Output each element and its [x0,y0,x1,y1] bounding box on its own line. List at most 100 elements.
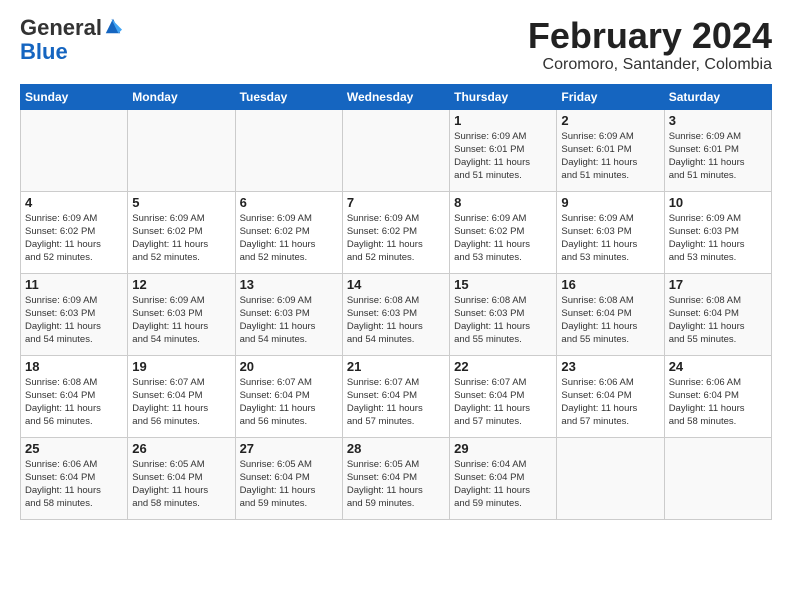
col-sunday: Sunday [21,84,128,109]
day-info: Sunrise: 6:06 AM Sunset: 6:04 PM Dayligh… [669,376,767,429]
day-number: 11 [25,277,123,292]
day-number: 22 [454,359,552,374]
day-number: 14 [347,277,445,292]
col-monday: Monday [128,84,235,109]
logo: General Blue [20,16,122,64]
day-info: Sunrise: 6:08 AM Sunset: 6:04 PM Dayligh… [669,294,767,347]
day-number: 20 [240,359,338,374]
day-cell: 19 Sunrise: 6:07 AM Sunset: 6:04 PM Dayli… [128,355,235,437]
day-number: 16 [561,277,659,292]
day-cell: 25 Sunrise: 6:06 AM Sunset: 6:04 PM Dayli… [21,437,128,519]
day-info: Sunrise: 6:09 AM Sunset: 6:01 PM Dayligh… [669,130,767,183]
day-cell: 17 Sunrise: 6:08 AM Sunset: 6:04 PM Dayli… [664,273,771,355]
day-info: Sunrise: 6:09 AM Sunset: 6:03 PM Dayligh… [669,212,767,265]
day-cell [664,437,771,519]
day-info: Sunrise: 6:09 AM Sunset: 6:02 PM Dayligh… [454,212,552,265]
week-row-5: 25 Sunrise: 6:06 AM Sunset: 6:04 PM Dayli… [21,437,772,519]
week-row-1: 1 Sunrise: 6:09 AM Sunset: 6:01 PM Daylig… [21,109,772,191]
day-cell: 1 Sunrise: 6:09 AM Sunset: 6:01 PM Daylig… [450,109,557,191]
day-number: 2 [561,113,659,128]
day-number: 7 [347,195,445,210]
day-cell: 12Sunrise: 6:09 AM Sunset: 6:03 PM Dayli… [128,273,235,355]
day-info: Sunrise: 6:08 AM Sunset: 6:03 PM Dayligh… [347,294,445,347]
day-number: 13 [240,277,338,292]
day-cell: 22 Sunrise: 6:07 AM Sunset: 6:04 PM Dayli… [450,355,557,437]
col-friday: Friday [557,84,664,109]
day-info: Sunrise: 6:05 AM Sunset: 6:04 PM Dayligh… [347,458,445,511]
logo-icon [104,17,122,35]
day-cell: 23 Sunrise: 6:06 AM Sunset: 6:04 PM Dayli… [557,355,664,437]
day-cell: 5 Sunrise: 6:09 AM Sunset: 6:02 PM Daylig… [128,191,235,273]
day-cell [128,109,235,191]
col-thursday: Thursday [450,84,557,109]
day-info: Sunrise: 6:06 AM Sunset: 6:04 PM Dayligh… [561,376,659,429]
header: General Blue February 2024 Coromoro, San… [20,16,772,74]
col-tuesday: Tuesday [235,84,342,109]
day-number: 27 [240,441,338,456]
day-info: Sunrise: 6:09 AM Sunset: 6:03 PM Dayligh… [561,212,659,265]
day-info: Sunrise: 6:09 AM Sunset: 6:02 PM Dayligh… [25,212,123,265]
day-cell: 11 Sunrise: 6:09 AM Sunset: 6:03 PM Dayli… [21,273,128,355]
header-row: Sunday Monday Tuesday Wednesday Thursday… [21,84,772,109]
week-row-4: 18Sunrise: 6:08 AM Sunset: 6:04 PM Dayli… [21,355,772,437]
page: General Blue February 2024 Coromoro, San… [0,0,792,530]
day-cell: 24 Sunrise: 6:06 AM Sunset: 6:04 PM Dayli… [664,355,771,437]
week-row-3: 11 Sunrise: 6:09 AM Sunset: 6:03 PM Dayli… [21,273,772,355]
day-cell: 27Sunrise: 6:05 AM Sunset: 6:04 PM Dayli… [235,437,342,519]
day-cell [557,437,664,519]
day-number: 5 [132,195,230,210]
day-number: 23 [561,359,659,374]
day-number: 18 [25,359,123,374]
day-info: Sunrise: 6:09 AM Sunset: 6:02 PM Dayligh… [240,212,338,265]
day-cell: 15Sunrise: 6:08 AM Sunset: 6:03 PM Dayli… [450,273,557,355]
logo-general: General [20,16,102,40]
day-number: 19 [132,359,230,374]
day-cell [342,109,449,191]
day-cell: 28 Sunrise: 6:05 AM Sunset: 6:04 PM Dayli… [342,437,449,519]
day-number: 21 [347,359,445,374]
day-cell: 3 Sunrise: 6:09 AM Sunset: 6:01 PM Daylig… [664,109,771,191]
day-cell [235,109,342,191]
day-number: 24 [669,359,767,374]
day-number: 12 [132,277,230,292]
day-cell: 18Sunrise: 6:08 AM Sunset: 6:04 PM Dayli… [21,355,128,437]
day-number: 3 [669,113,767,128]
logo-blue: Blue [20,39,68,64]
day-cell: 6 Sunrise: 6:09 AM Sunset: 6:02 PM Daylig… [235,191,342,273]
day-number: 28 [347,441,445,456]
week-row-2: 4 Sunrise: 6:09 AM Sunset: 6:02 PM Daylig… [21,191,772,273]
day-number: 25 [25,441,123,456]
day-cell: 9 Sunrise: 6:09 AM Sunset: 6:03 PM Daylig… [557,191,664,273]
day-info: Sunrise: 6:09 AM Sunset: 6:03 PM Dayligh… [25,294,123,347]
day-info: Sunrise: 6:05 AM Sunset: 6:04 PM Dayligh… [132,458,230,511]
day-number: 4 [25,195,123,210]
day-cell: 13Sunrise: 6:09 AM Sunset: 6:03 PM Dayli… [235,273,342,355]
day-number: 26 [132,441,230,456]
day-number: 29 [454,441,552,456]
day-number: 17 [669,277,767,292]
day-number: 9 [561,195,659,210]
day-info: Sunrise: 6:09 AM Sunset: 6:02 PM Dayligh… [132,212,230,265]
day-number: 8 [454,195,552,210]
day-info: Sunrise: 6:09 AM Sunset: 6:01 PM Dayligh… [454,130,552,183]
day-cell: 14 Sunrise: 6:08 AM Sunset: 6:03 PM Dayli… [342,273,449,355]
day-info: Sunrise: 6:07 AM Sunset: 6:04 PM Dayligh… [132,376,230,429]
day-cell: 29 Sunrise: 6:04 AM Sunset: 6:04 PM Dayli… [450,437,557,519]
day-info: Sunrise: 6:08 AM Sunset: 6:04 PM Dayligh… [561,294,659,347]
page-title: February 2024 [528,16,772,56]
day-info: Sunrise: 6:07 AM Sunset: 6:04 PM Dayligh… [347,376,445,429]
col-saturday: Saturday [664,84,771,109]
day-cell: 16 Sunrise: 6:08 AM Sunset: 6:04 PM Dayli… [557,273,664,355]
calendar-table: Sunday Monday Tuesday Wednesday Thursday… [20,84,772,520]
day-cell: 21 Sunrise: 6:07 AM Sunset: 6:04 PM Dayli… [342,355,449,437]
day-cell [21,109,128,191]
day-number: 1 [454,113,552,128]
day-info: Sunrise: 6:04 AM Sunset: 6:04 PM Dayligh… [454,458,552,511]
day-number: 6 [240,195,338,210]
day-cell: 7 Sunrise: 6:09 AM Sunset: 6:02 PM Daylig… [342,191,449,273]
day-info: Sunrise: 6:08 AM Sunset: 6:03 PM Dayligh… [454,294,552,347]
day-info: Sunrise: 6:06 AM Sunset: 6:04 PM Dayligh… [25,458,123,511]
day-info: Sunrise: 6:07 AM Sunset: 6:04 PM Dayligh… [454,376,552,429]
day-info: Sunrise: 6:09 AM Sunset: 6:02 PM Dayligh… [347,212,445,265]
title-block: February 2024 Coromoro, Santander, Colom… [528,16,772,74]
